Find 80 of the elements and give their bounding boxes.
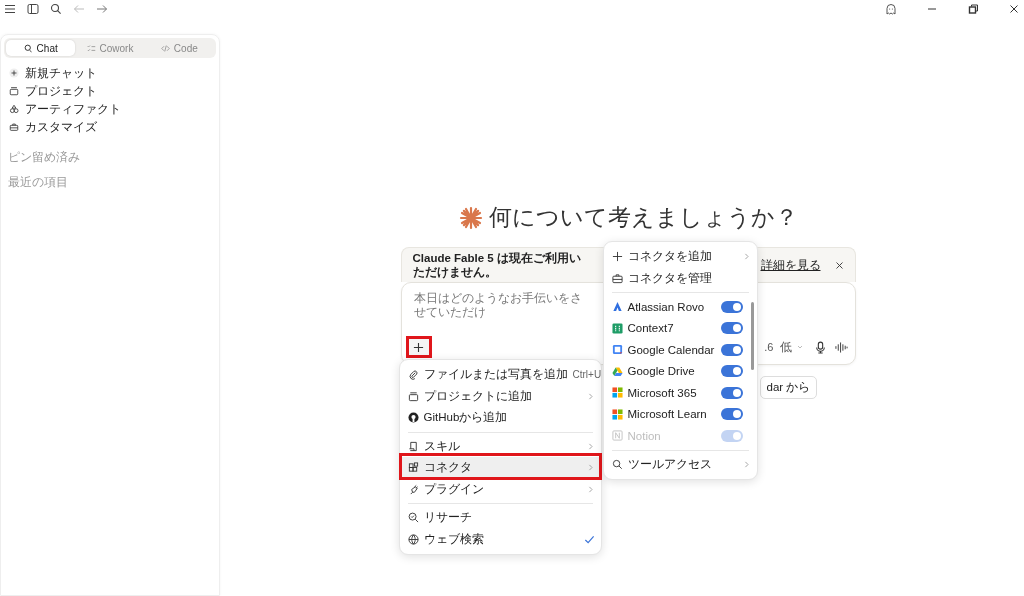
- menu-item[interactable]: コネクタを追加: [603, 246, 757, 268]
- plus-icon[interactable]: [413, 341, 424, 353]
- sidebar-item-label: 新規チャット: [25, 65, 97, 81]
- menu-item[interactable]: ファイルまたは写真を追加 Ctrl+U: [399, 364, 601, 386]
- scroll-icon: [407, 440, 419, 452]
- github-icon: [407, 412, 419, 424]
- toggle-switch[interactable]: [720, 386, 743, 399]
- code-icon: [160, 43, 170, 53]
- briefcase-icon: [9, 122, 19, 132]
- research-icon: [407, 512, 419, 524]
- heading-text: 何について考えましょうか？: [488, 203, 798, 232]
- globe-icon: [407, 533, 419, 545]
- menu-item[interactable]: コネクタを管理: [603, 267, 757, 289]
- message-input[interactable]: 本日はどのようなお手伝いをさせていただけ: [413, 291, 586, 319]
- voice-wave-icon[interactable]: [834, 340, 848, 354]
- grid-logo-icon: [611, 322, 623, 334]
- toggle-switch[interactable]: [720, 300, 743, 313]
- connector-item[interactable]: Google Calendar: [603, 339, 749, 361]
- close-icon[interactable]: [834, 260, 844, 270]
- model-selector[interactable]: .6: [764, 341, 774, 353]
- windows-logo-icon: [611, 387, 623, 399]
- sidebar-item-label: カスタマイズ: [25, 119, 97, 135]
- menu-item[interactable]: ツールアクセス: [603, 453, 757, 475]
- section-heading: 最近の項目: [7, 175, 69, 190]
- ghost-icon[interactable]: [885, 3, 897, 15]
- search-icon: [611, 458, 623, 470]
- menu-item[interactable]: プラグイン: [399, 478, 601, 500]
- connector-item[interactable]: Google Drive: [603, 360, 749, 382]
- toggle-switch[interactable]: [720, 343, 743, 356]
- shapes-icon: [9, 104, 19, 114]
- menu-item[interactable]: ウェブ検索: [399, 528, 601, 550]
- menu-item[interactable]: スキル: [399, 435, 601, 457]
- mode-tab[interactable]: Chat: [6, 40, 76, 56]
- sidebar-item[interactable]: 新規チャット: [4, 64, 216, 82]
- section-heading: ピン留め済み: [7, 150, 81, 165]
- calendar-logo-icon: [611, 344, 623, 356]
- menu-item[interactable]: リサーチ: [399, 507, 601, 529]
- paperclip-icon: [407, 369, 419, 381]
- notion-logo-icon: [611, 430, 623, 442]
- plus-icon: [9, 68, 19, 78]
- scrollbar[interactable]: [750, 302, 754, 370]
- windows-logo-icon: [611, 408, 623, 420]
- plus-icon: [611, 251, 623, 263]
- toggle-switch[interactable]: [720, 408, 743, 421]
- sidebar-item-label: プロジェクト: [25, 83, 97, 99]
- toggle-switch[interactable]: [720, 365, 743, 378]
- sidebar-item[interactable]: アーティファクト: [4, 100, 216, 118]
- triangle-logo-icon: [611, 301, 623, 313]
- microphone-icon[interactable]: [813, 340, 827, 354]
- toggle-switch[interactable]: [720, 429, 743, 442]
- blocks-icon: [407, 462, 419, 474]
- sidebar-toggle-icon[interactable]: [27, 3, 39, 15]
- checklist-icon: [86, 43, 96, 53]
- connector-item[interactable]: Microsoft Learn: [603, 403, 749, 425]
- connector-item[interactable]: Context7: [603, 317, 749, 339]
- menu-item[interactable]: プロジェクトに追加: [399, 385, 601, 407]
- sidebar-item[interactable]: プロジェクト: [4, 82, 216, 100]
- suggestion-chip[interactable]: dar から: [759, 376, 818, 399]
- connector-item[interactable]: Microsoft 365: [603, 382, 749, 404]
- restore-icon[interactable]: [967, 3, 979, 15]
- plug-icon: [407, 483, 419, 495]
- shortcut-hint: Ctrl+U: [572, 369, 602, 381]
- menu-icon[interactable]: [4, 3, 16, 15]
- drive-logo-icon: [611, 365, 623, 377]
- menu-item[interactable]: GitHubから追加: [399, 407, 601, 429]
- search-icon[interactable]: [50, 3, 62, 15]
- effort-selector[interactable]: 低: [779, 339, 792, 355]
- forward-arrow-icon[interactable]: [96, 3, 108, 15]
- sidebar-item-label: アーティファクト: [25, 101, 121, 117]
- starburst-icon: [458, 205, 483, 230]
- box-icon: [407, 390, 419, 402]
- toggle-switch[interactable]: [720, 322, 743, 335]
- briefcase-icon: [611, 272, 623, 284]
- box-icon: [9, 86, 19, 96]
- sidebar-item[interactable]: カスタマイズ: [4, 118, 216, 136]
- connector-item[interactable]: Atlassian Rovo: [603, 296, 749, 318]
- details-link[interactable]: 詳細を見る: [760, 257, 821, 273]
- notice-text: Claude Fable 5 は現在ご利用いただけません。: [412, 251, 582, 279]
- close-icon[interactable]: [1008, 3, 1020, 15]
- chat-icon: [23, 43, 33, 53]
